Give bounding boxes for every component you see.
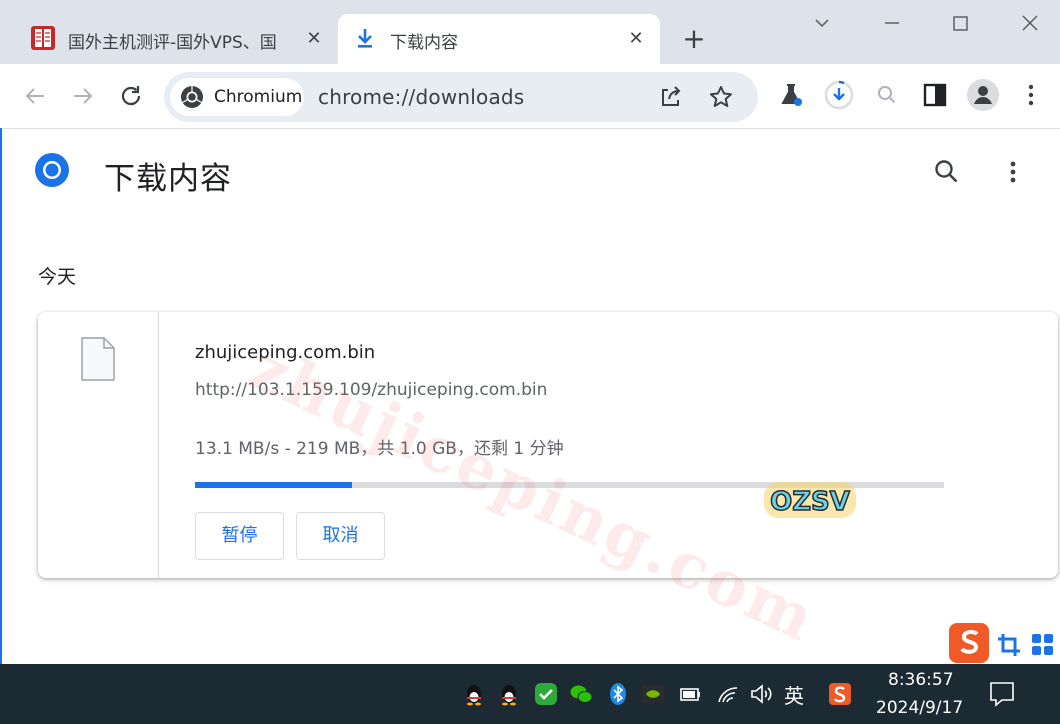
labs-flask-icon[interactable] bbox=[774, 78, 808, 112]
tab-search-chevron-icon[interactable] bbox=[802, 10, 842, 38]
sogou-ime-icon[interactable] bbox=[828, 682, 852, 706]
back-icon[interactable] bbox=[20, 81, 50, 111]
sogou-ime-logo-icon bbox=[949, 623, 989, 663]
download-progress-icon[interactable] bbox=[822, 78, 856, 112]
omnibox[interactable]: Chromium chrome://downloads bbox=[164, 72, 758, 122]
maximize-icon[interactable] bbox=[940, 10, 980, 38]
chrome-logo-icon bbox=[35, 153, 69, 187]
close-tab-icon[interactable]: ✕ bbox=[624, 27, 648, 51]
bookmark-star-icon[interactable] bbox=[708, 84, 734, 110]
chromium-logo-icon bbox=[181, 86, 203, 108]
new-tab-button[interactable]: + bbox=[680, 25, 708, 54]
side-panel-icon[interactable] bbox=[918, 78, 952, 112]
page-title: 下载内容 bbox=[104, 161, 232, 197]
chip-label: Chromium bbox=[214, 87, 303, 107]
tab-title: 国外主机测评-国外VPS、国 bbox=[68, 33, 277, 53]
share-icon[interactable] bbox=[658, 84, 684, 110]
clock-time[interactable]: 8:36:57 bbox=[888, 670, 954, 690]
ozsv-sticker: OZSV bbox=[764, 482, 856, 518]
minimize-icon[interactable] bbox=[872, 10, 912, 38]
site-chip[interactable]: Chromium bbox=[170, 78, 304, 116]
downloads-header: 下载内容 bbox=[0, 129, 1060, 219]
toolbar: Chromium chrome://downloads bbox=[0, 64, 1060, 129]
bluetooth-icon[interactable] bbox=[606, 682, 630, 706]
cancel-button[interactable]: 取消 bbox=[296, 512, 385, 560]
volume-icon[interactable] bbox=[749, 682, 773, 706]
card-divider bbox=[158, 312, 159, 578]
nvidia-icon[interactable] bbox=[641, 682, 665, 706]
crop-icon[interactable] bbox=[996, 632, 1022, 658]
tab-strip: 国外主机测评-国外VPS、国 ✕ 下载内容 ✕ + bbox=[0, 0, 1060, 64]
file-icon bbox=[81, 337, 115, 381]
clock-date[interactable]: 2024/9/17 bbox=[876, 698, 963, 718]
reload-icon[interactable] bbox=[116, 81, 146, 111]
search-icon[interactable] bbox=[932, 157, 962, 187]
download-icon bbox=[358, 29, 372, 48]
close-window-icon[interactable] bbox=[1010, 10, 1050, 38]
qq-penguin-icon[interactable] bbox=[462, 682, 486, 706]
grid-apps-icon[interactable] bbox=[1030, 632, 1056, 658]
wechat-icon[interactable] bbox=[569, 682, 593, 706]
date-group-label: 今天 bbox=[38, 266, 77, 288]
forward-icon[interactable] bbox=[68, 81, 98, 111]
pause-button[interactable]: 暂停 bbox=[195, 512, 284, 560]
notification-center-icon[interactable] bbox=[988, 680, 1016, 708]
zoom-search-icon[interactable] bbox=[870, 78, 904, 112]
more-actions-icon[interactable] bbox=[998, 157, 1028, 187]
progress-fill bbox=[195, 482, 353, 488]
tab-title: 下载内容 bbox=[390, 33, 458, 53]
taskbar: 英 8:36:57 2024/9/17 bbox=[0, 664, 1060, 724]
browser-menu-icon[interactable] bbox=[1014, 78, 1048, 112]
tab-zhujiceping[interactable]: 国外主机测评-国外VPS、国 ✕ bbox=[16, 14, 332, 64]
battery-icon[interactable] bbox=[678, 682, 702, 706]
wifi-icon[interactable] bbox=[716, 682, 740, 706]
profile-avatar-icon[interactable] bbox=[966, 78, 1000, 112]
close-tab-icon[interactable]: ✕ bbox=[302, 27, 326, 51]
tab-downloads[interactable]: 下载内容 ✕ bbox=[338, 14, 660, 64]
security-check-icon[interactable] bbox=[534, 682, 558, 706]
site-logo-icon bbox=[31, 26, 55, 50]
ime-language-indicator[interactable]: 英 bbox=[784, 680, 804, 709]
qq-penguin-icon[interactable] bbox=[497, 682, 521, 706]
url-text[interactable]: chrome://downloads bbox=[318, 85, 524, 109]
sticker-text: OZSV bbox=[770, 487, 850, 517]
